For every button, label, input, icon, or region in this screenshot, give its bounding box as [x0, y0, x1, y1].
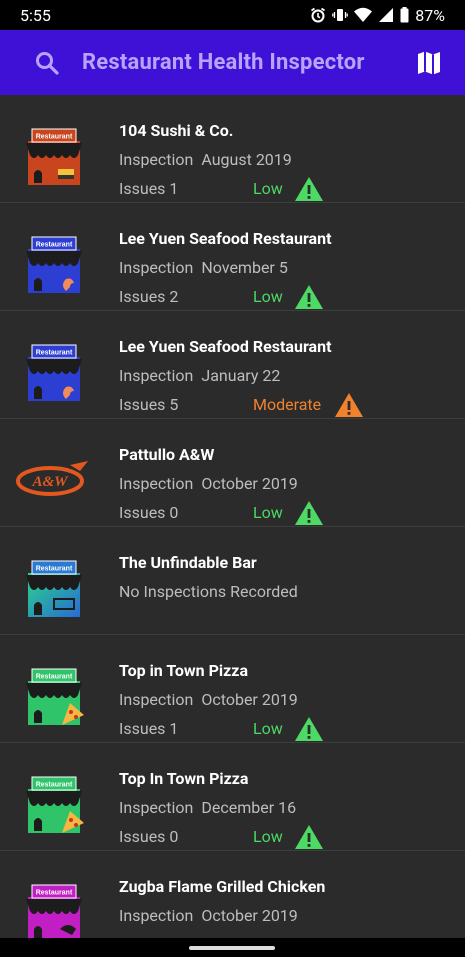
inspection-label: Inspection [119, 150, 194, 169]
clock: 5:55 [20, 5, 51, 25]
inspection-date: August 2019 [201, 150, 292, 169]
restaurant-name: Zugba Flame Grilled Chicken [119, 877, 326, 896]
issues-line: Issues 5 [119, 395, 178, 414]
issues-label: Issues [119, 503, 166, 522]
restaurant-seafood-icon: Restaurant [26, 344, 82, 401]
restaurant-sushi-icon: Restaurant [26, 128, 82, 185]
issues-label: Issues [119, 719, 166, 738]
restaurant-generic-icon: Restaurant [26, 560, 82, 617]
status-bar: 5:55 87% [0, 0, 465, 30]
inspection-line: Inspection August 2019 [119, 150, 292, 169]
warning-triangle-icon [295, 501, 323, 525]
restaurant-name: Top In Town Pizza [119, 769, 249, 788]
restaurant-row[interactable]: Restaurant 104 Sushi & Co. Inspection Aug… [0, 95, 465, 203]
shop-sign-text: Restaurant [36, 782, 73, 789]
restaurant-name: 104 Sushi & Co. [119, 121, 234, 140]
restaurant-name: Top in Town Pizza [119, 661, 249, 680]
inspection-date: October 2019 [201, 690, 298, 709]
inspection-date: October 2019 [201, 906, 298, 925]
issues-line: Issues 2 [119, 287, 178, 306]
restaurant-row[interactable]: Restaurant Top In Town Pizza Inspection D… [0, 743, 465, 851]
issues-label: Issues [119, 827, 166, 846]
issues-label: Issues [119, 287, 166, 306]
inspection-line: Inspection October 2019 [119, 906, 298, 925]
issues-count: 0 [169, 503, 179, 522]
restaurant-seafood-icon: Restaurant [26, 236, 82, 293]
hazard-level: Low [253, 179, 283, 198]
restaurant-chicken-icon: Restaurant [26, 884, 82, 938]
aw-logo-icon: A&W [16, 461, 88, 496]
home-gesture-handle[interactable] [189, 946, 275, 950]
restaurant-pizza-icon: Restaurant [26, 776, 84, 833]
restaurant-row[interactable]: Restaurant Top in Town Pizza Inspection O… [0, 635, 465, 743]
issues-label: Issues [119, 395, 166, 414]
map-icon[interactable] [415, 49, 443, 77]
inspection-date: December 16 [201, 798, 297, 817]
hazard-level: Low [253, 719, 283, 738]
restaurant-row[interactable]: Restaurant The Unfindable Bar No Inspect… [0, 527, 465, 635]
restaurant-row[interactable]: Restaurant Lee Yuen Seafood Restaurant I… [0, 203, 465, 311]
inspection-label: Inspection [119, 474, 194, 493]
shop-sign-text: Restaurant [36, 134, 73, 141]
issues-line: Issues 0 [119, 503, 178, 522]
shop-sign-text: Restaurant [36, 242, 73, 249]
no-inspection-text: No Inspections Recorded [119, 582, 298, 601]
shop-sign-text: Restaurant [36, 350, 73, 357]
app-bar: Restaurant Health Inspector [0, 30, 465, 95]
shop-sign-text: Restaurant [36, 674, 73, 681]
battery-percent: 87% [415, 5, 445, 25]
inspection-date: October 2019 [201, 474, 298, 493]
restaurant-name: The Unfindable Bar [119, 553, 257, 572]
issues-line: Issues 1 [119, 719, 178, 738]
hazard-level: Moderate [253, 395, 322, 414]
restaurant-name: Pattullo A&W [119, 445, 215, 464]
inspection-label: Inspection [119, 906, 194, 925]
issues-count: 2 [169, 287, 179, 306]
issues-count: 1 [169, 719, 179, 738]
inspection-date: November 5 [201, 258, 288, 277]
shop-sign-text: Restaurant [36, 566, 73, 573]
wifi-icon [354, 7, 373, 22]
svg-text:A&W: A&W [31, 474, 69, 490]
battery-icon [400, 7, 409, 23]
vibrate-icon [332, 9, 349, 21]
issues-count: 0 [169, 827, 179, 846]
alarm-icon [311, 7, 326, 23]
restaurant-row[interactable]: Restaurant Lee Yuen Seafood Restaurant I… [0, 311, 465, 419]
restaurant-name: Lee Yuen Seafood Restaurant [119, 229, 332, 248]
restaurant-name: Lee Yuen Seafood Restaurant [119, 337, 332, 356]
issues-count: 5 [169, 395, 179, 414]
restaurant-row[interactable]: A&W Pattullo A&W Inspection October 2019 … [0, 419, 465, 527]
warning-triangle-icon [295, 285, 323, 309]
warning-triangle-icon [295, 717, 323, 741]
app-title: Restaurant Health Inspector [82, 50, 365, 75]
issues-label: Issues [119, 179, 166, 198]
signal-icon [379, 8, 394, 22]
inspection-line: Inspection October 2019 [119, 690, 298, 709]
issues-count: 1 [169, 179, 179, 198]
inspection-line: Inspection October 2019 [119, 474, 298, 493]
warning-triangle-icon [335, 393, 363, 417]
restaurant-row[interactable]: Restaurant Zugba Flame Grilled Chicken I… [0, 851, 465, 938]
inspection-date: January 22 [201, 366, 281, 385]
restaurant-pizza-icon: Restaurant [26, 668, 84, 725]
inspection-line: Inspection November 5 [119, 258, 288, 277]
inspection-label: Inspection [119, 258, 194, 277]
inspection-label: Inspection [119, 798, 194, 817]
hazard-level: Low [253, 287, 283, 306]
status-icons: 87% [310, 6, 445, 25]
inspection-line: Inspection January 22 [119, 366, 280, 385]
inspection-label: Inspection [119, 690, 194, 709]
issues-line: Issues 0 [119, 827, 178, 846]
warning-triangle-icon [295, 825, 323, 849]
warning-triangle-icon [295, 177, 323, 201]
issues-line: Issues 1 [119, 179, 178, 198]
search-icon[interactable] [34, 50, 60, 76]
hazard-level: Low [253, 827, 283, 846]
hazard-level: Low [253, 503, 283, 522]
inspection-label: Inspection [119, 366, 194, 385]
shop-sign-text: Restaurant [36, 890, 73, 897]
restaurant-list[interactable]: Restaurant 104 Sushi & Co. Inspection Aug… [0, 95, 465, 938]
inspection-line: Inspection December 16 [119, 798, 296, 817]
